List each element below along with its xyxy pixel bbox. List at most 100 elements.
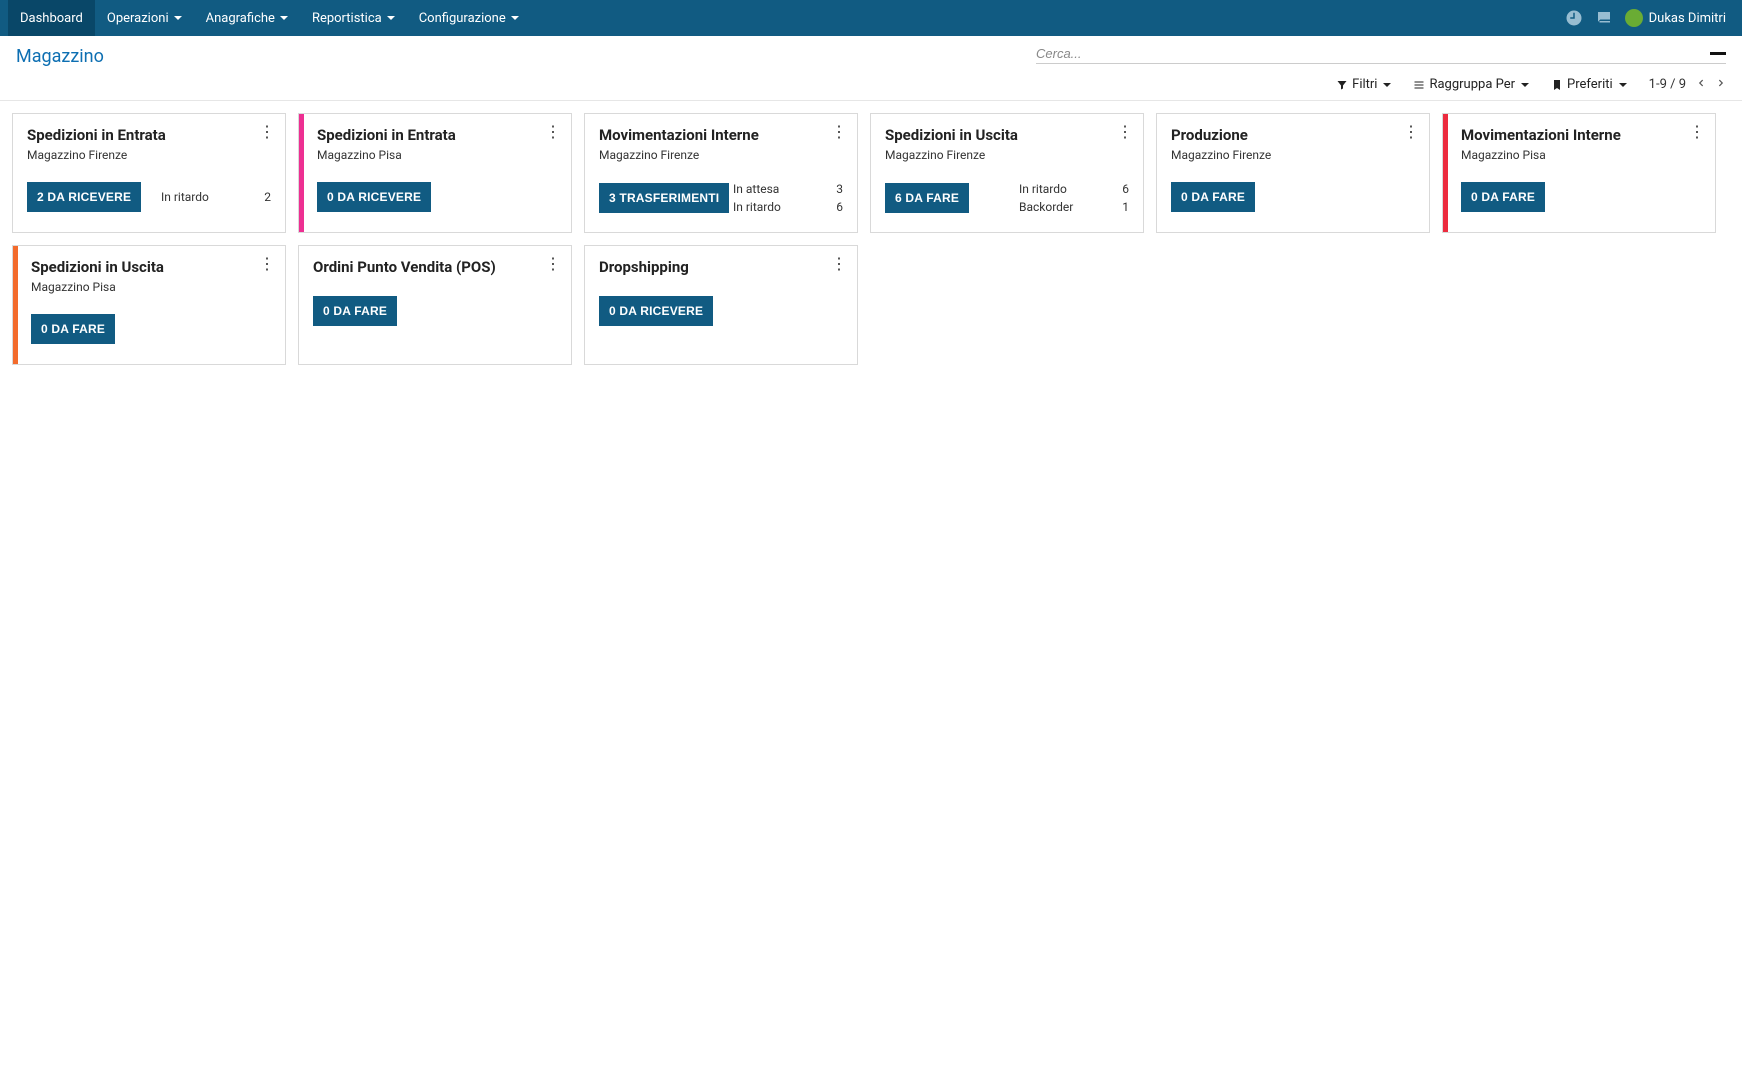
card-menu-button[interactable]: ⋮ — [259, 124, 275, 140]
card-menu-button[interactable]: ⋮ — [831, 256, 847, 272]
kanban-card[interactable]: ⋮Spedizioni in Uscita Magazzino Pisa 0 DA … — [12, 245, 286, 365]
card-title: Spedizioni in Uscita — [31, 258, 271, 276]
card-title: Ordini Punto Vendita (POS) — [313, 258, 557, 276]
group-by-button[interactable]: Raggruppa Per — [1413, 77, 1529, 92]
nav-item-operazioni[interactable]: Operazioni — [95, 0, 194, 36]
chevron-down-icon — [1383, 83, 1391, 87]
card-subtitle: Magazzino Firenze — [27, 148, 271, 162]
kanban-card[interactable]: ⋮Spedizioni in UscitaMagazzino Firenze6 … — [870, 113, 1144, 233]
card-primary-button[interactable]: 2 DA RICEVERE — [27, 182, 141, 212]
avatar — [1625, 9, 1643, 27]
card-primary-button[interactable]: 0 DA FARE — [313, 296, 397, 326]
card-primary-button[interactable]: 0 DA RICEVERE — [599, 296, 713, 326]
card-body-row: 0 DA RICEVERE — [317, 182, 557, 212]
kanban-board: ⋮Spedizioni in EntrataMagazzino Firenze2… — [0, 101, 1742, 377]
status-label: In attesa — [733, 182, 779, 196]
status-value: 1 — [1122, 200, 1129, 214]
search-options-icon[interactable] — [1710, 52, 1726, 55]
chevron-down-icon — [174, 16, 182, 20]
kanban-card[interactable]: ⋮Ordini Punto Vendita (POS) 0 DA FARE — [298, 245, 572, 365]
chat-icon[interactable] — [1595, 9, 1613, 27]
nav-item-label: Reportistica — [312, 11, 382, 26]
user-menu[interactable]: Dukas Dimitri — [1625, 9, 1726, 27]
card-body-row: 3 TRASFERIMENTI In attesa 3 In ritardo 6 — [599, 182, 843, 214]
nav-item-configurazione[interactable]: Configurazione — [407, 0, 531, 36]
kanban-card[interactable]: ⋮Movimentazioni Interne Magazzino Pisa 0 D… — [1442, 113, 1716, 233]
pager-text: 1-9 / 9 — [1649, 77, 1686, 92]
chevron-right-icon — [1716, 78, 1726, 88]
card-title: Spedizioni in Entrata — [317, 126, 557, 144]
favorites-button[interactable]: Preferiti — [1551, 77, 1627, 92]
control-bar-top: Magazzino — [16, 46, 1726, 67]
card-primary-button[interactable]: 3 TRASFERIMENTI — [599, 183, 729, 213]
card-body-row: 0 DA RICEVERE — [599, 296, 843, 326]
card-body-row: 0 DA FARE — [1461, 182, 1701, 212]
status-line: In ritardo6 — [1019, 182, 1129, 196]
control-bar-bottom: Filtri Raggruppa Per Preferiti 1-9 / 9 — [16, 67, 1726, 100]
pager: 1-9 / 9 — [1649, 77, 1726, 92]
filters-label: Filtri — [1352, 77, 1377, 92]
pager-prev[interactable] — [1696, 77, 1706, 92]
timer-icon[interactable] — [1565, 9, 1583, 27]
card-menu-button[interactable]: ⋮ — [1117, 124, 1133, 140]
card-status: In ritardo2 — [161, 190, 271, 204]
card-menu-button[interactable]: ⋮ — [545, 256, 561, 272]
card-primary-button[interactable]: 6 DA FARE — [885, 183, 969, 213]
card-status: In ritardo6 Backorder 1 — [1019, 182, 1129, 214]
nav-item-anagrafiche[interactable]: Anagrafiche — [194, 0, 300, 36]
card-body-row: 0 DA FARE — [313, 296, 557, 326]
status-value: 6 — [836, 200, 843, 214]
card-subtitle: Magazzino Pisa — [1461, 148, 1701, 162]
card-status: In attesa 3 In ritardo 6 — [733, 182, 843, 214]
status-line: In ritardo2 — [161, 190, 271, 204]
page-title: Magazzino — [16, 46, 104, 67]
filter-icon — [1336, 79, 1348, 91]
card-body-row: 6 DA FARE In ritardo6 Backorder 1 — [885, 182, 1129, 214]
card-menu-button[interactable]: ⋮ — [1403, 124, 1419, 140]
kanban-card[interactable]: ⋮Movimentazioni InterneMagazzino Firenze… — [584, 113, 858, 233]
card-subtitle: Magazzino Pisa — [31, 280, 271, 294]
control-bar: Magazzino Filtri Raggruppa Per Preferiti — [0, 36, 1742, 101]
control-bar-tools: Filtri Raggruppa Per Preferiti 1-9 / 9 — [1336, 77, 1726, 92]
card-menu-button[interactable]: ⋮ — [545, 124, 561, 140]
top-navbar: Dashboard Operazioni Anagrafiche Reportisti… — [0, 0, 1742, 36]
nav-item-label: Anagrafiche — [206, 11, 275, 26]
status-line: In attesa 3 — [733, 182, 843, 196]
kanban-card[interactable]: ⋮Produzione Magazzino Firenze 0 DA FARE — [1156, 113, 1430, 233]
status-label: Backorder — [1019, 200, 1073, 214]
status-line: Backorder 1 — [1019, 200, 1129, 214]
search-input[interactable] — [1036, 46, 1702, 61]
kanban-card[interactable]: ⋮Spedizioni in Entrata Magazzino Firenze 2… — [12, 113, 286, 233]
nav-item-reportistica[interactable]: Reportistica — [300, 0, 407, 36]
nav-item-label: Dashboard — [20, 11, 83, 26]
card-body-row: 2 DA RICEVERE In ritardo2 — [27, 182, 271, 212]
status-value: 6 — [1122, 182, 1129, 196]
chevron-down-icon — [511, 16, 519, 20]
nav-right: Dukas Dimitri — [1565, 9, 1734, 27]
card-title: Movimentazioni Interne — [1461, 126, 1701, 144]
pager-next[interactable] — [1716, 77, 1726, 92]
kanban-card[interactable]: ⋮Spedizioni in EntrataMagazzino Pisa0 DA… — [298, 113, 572, 233]
card-menu-button[interactable]: ⋮ — [259, 256, 275, 272]
card-title: Produzione — [1171, 126, 1415, 144]
chevron-down-icon — [1619, 83, 1627, 87]
status-label: In ritardo — [161, 190, 209, 204]
bookmark-icon — [1551, 79, 1563, 91]
filters-button[interactable]: Filtri — [1336, 77, 1391, 92]
kanban-card[interactable]: ⋮Dropshipping 0 DA RICEVERE — [584, 245, 858, 365]
card-menu-button[interactable]: ⋮ — [1689, 124, 1705, 140]
status-label: In ritardo — [733, 200, 781, 214]
card-title: Spedizioni in Entrata — [27, 126, 271, 144]
nav-item-dashboard[interactable]: Dashboard — [8, 0, 95, 36]
chevron-left-icon — [1696, 78, 1706, 88]
card-body-row: 0 DA FARE — [31, 314, 271, 344]
card-primary-button[interactable]: 0 DA FARE — [31, 314, 115, 344]
status-value: 3 — [836, 182, 843, 196]
card-primary-button[interactable]: 0 DA RICEVERE — [317, 182, 431, 212]
card-title: Dropshipping — [599, 258, 843, 276]
card-primary-button[interactable]: 0 DA FARE — [1171, 182, 1255, 212]
card-primary-button[interactable]: 0 DA FARE — [1461, 182, 1545, 212]
nav-left: Dashboard Operazioni Anagrafiche Reportisti… — [8, 0, 531, 36]
card-subtitle: Magazzino Firenze — [1171, 148, 1415, 162]
card-menu-button[interactable]: ⋮ — [831, 124, 847, 140]
